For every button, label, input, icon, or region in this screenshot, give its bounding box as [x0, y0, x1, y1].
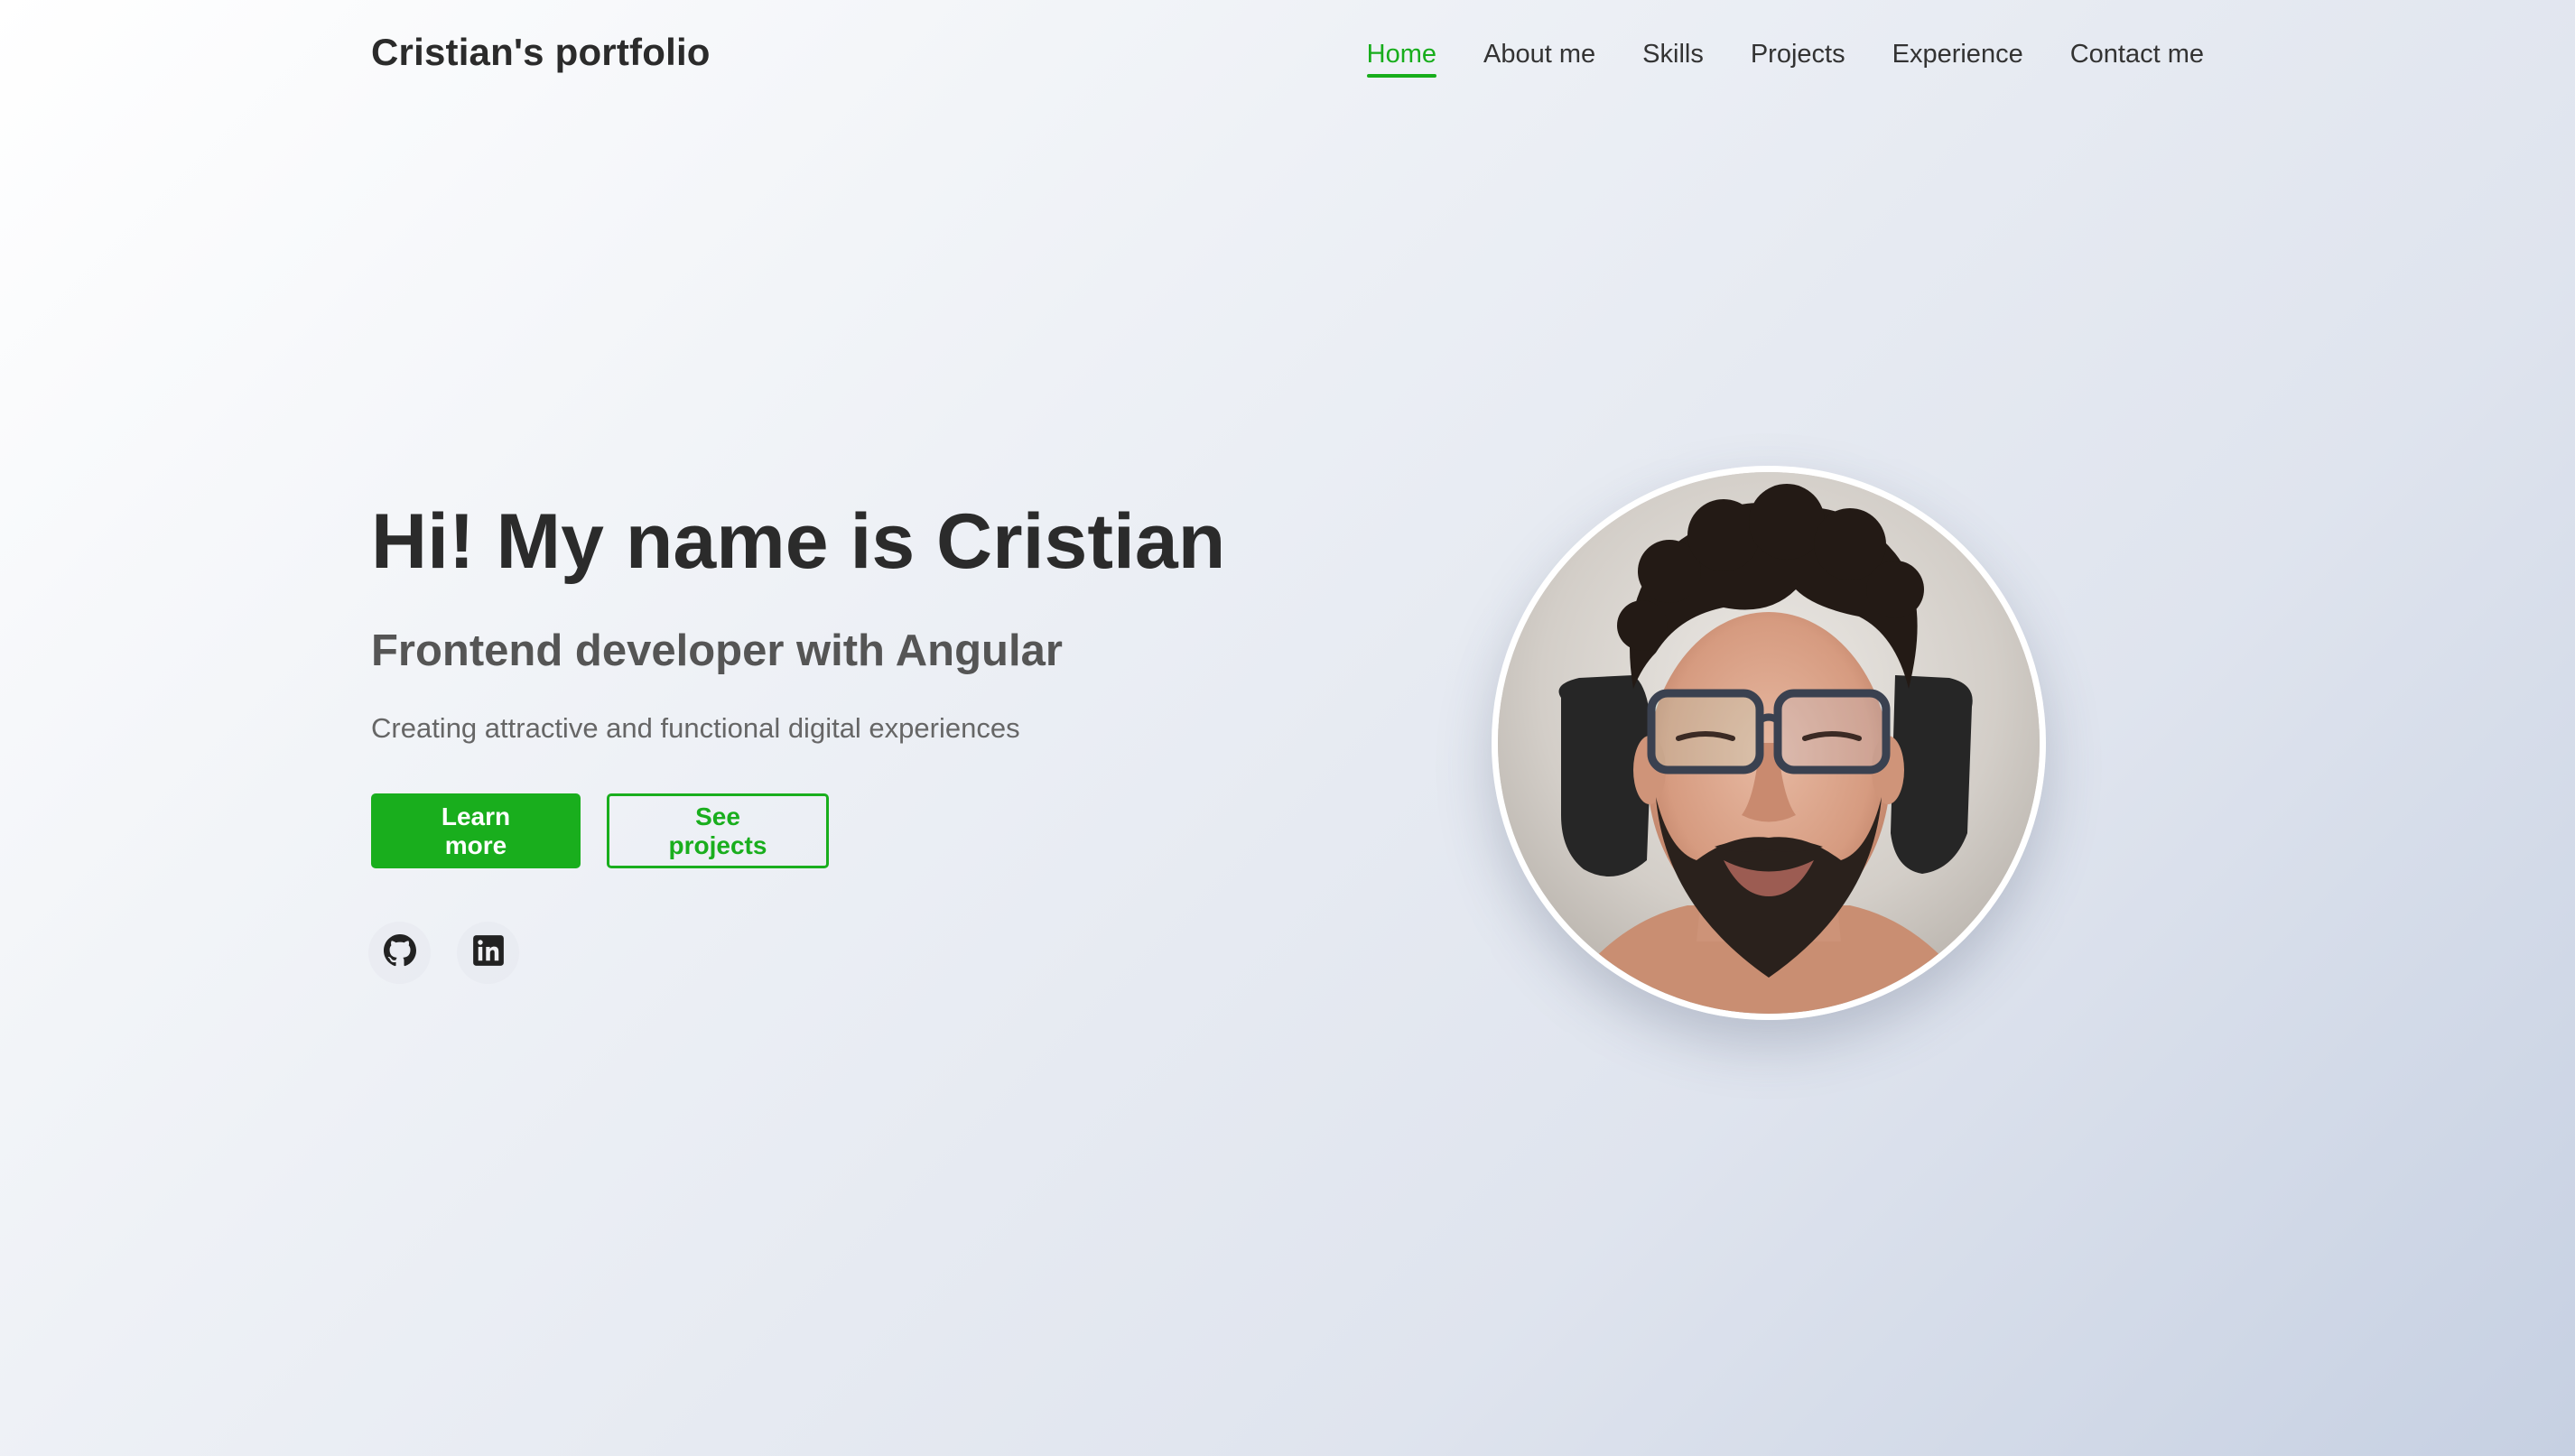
site-header: Cristian's portfolio Home About me Skill…	[0, 0, 2575, 108]
nav-item-experience[interactable]: Experience	[1892, 36, 2023, 72]
see-projects-button[interactable]: See projects	[607, 793, 829, 868]
brand-title[interactable]: Cristian's portfolio	[371, 31, 711, 74]
hero-buttons: Learn more See projects	[371, 793, 1455, 868]
hero-title: Hi! My name is Cristian	[371, 498, 1226, 585]
hero-description: Creating attractive and functional digit…	[371, 712, 1020, 744]
hero-section: Hi! My name is Cristian Frontend develop…	[368, 492, 1455, 984]
nav-item-home[interactable]: Home	[1366, 36, 1437, 78]
learn-more-button[interactable]: Learn more	[371, 793, 581, 868]
social-links	[368, 922, 1455, 984]
nav-item-about-me[interactable]: About me	[1483, 36, 1595, 72]
linkedin-icon	[472, 934, 505, 971]
profile-photo-illustration	[1498, 472, 2040, 1014]
linkedin-link[interactable]	[457, 922, 519, 984]
profile-photo	[1492, 466, 2046, 1020]
hero-subtitle: Frontend developer with Angular	[371, 626, 1063, 675]
nav-item-skills[interactable]: Skills	[1642, 36, 1704, 72]
main-nav: Home About me Skills Projects Experience…	[1366, 36, 2204, 78]
github-link[interactable]	[368, 922, 431, 984]
github-icon	[383, 934, 416, 971]
nav-item-contact-me[interactable]: Contact me	[2070, 36, 2204, 72]
nav-item-projects[interactable]: Projects	[1751, 36, 1845, 72]
